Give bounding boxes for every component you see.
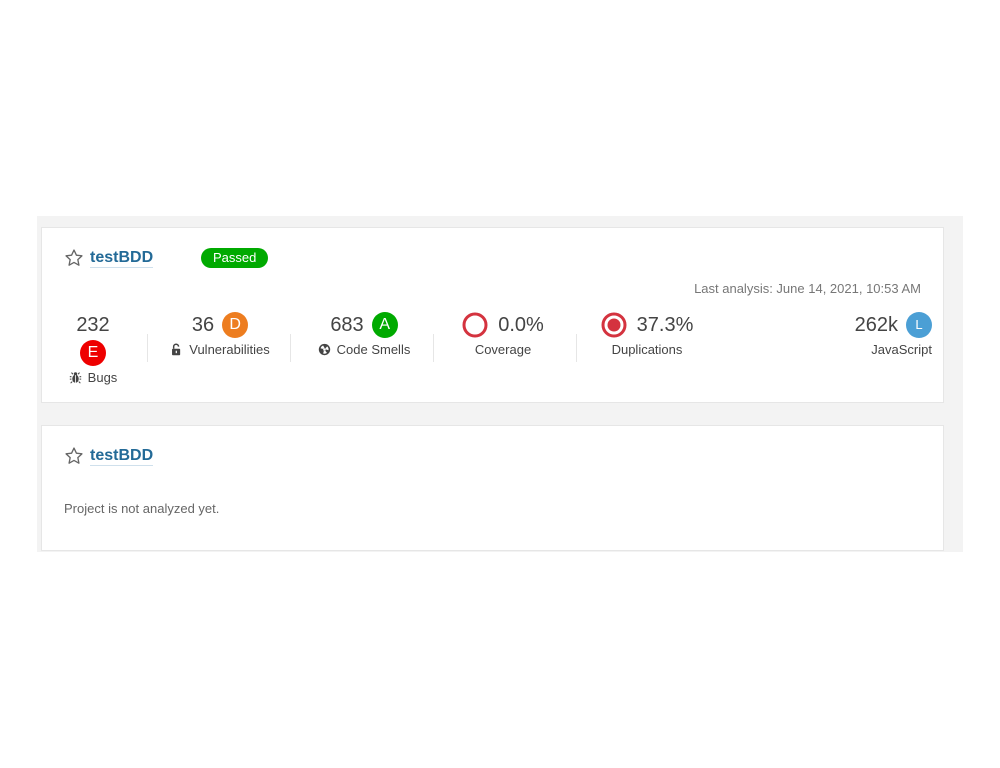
duplications-value[interactable]: 37.3% bbox=[637, 314, 694, 337]
language-label: JavaScript bbox=[871, 342, 932, 357]
size-value[interactable]: 262k bbox=[855, 314, 898, 337]
duplications-label: Duplications bbox=[611, 342, 683, 357]
last-analysis-date: Last analysis: June 14, 2021, 10:53 AM bbox=[694, 281, 921, 296]
code-smells-label: Code Smells bbox=[336, 342, 411, 357]
code-smells-measure: 683 A Code Smells bbox=[304, 312, 424, 357]
code-smells-value[interactable]: 683 bbox=[330, 314, 363, 337]
divider bbox=[147, 334, 148, 362]
coverage-label: Coverage bbox=[474, 342, 532, 357]
size-rating-badge: L bbox=[906, 312, 932, 338]
duplications-ring-icon bbox=[601, 312, 627, 338]
project-card: testBDD Project is not analyzed yet. bbox=[41, 425, 944, 551]
duplications-measure: 37.3% Duplications bbox=[587, 312, 707, 357]
project-card: testBDD Passed Last analysis: June 14, 2… bbox=[41, 227, 944, 403]
unlocked-lock-icon bbox=[172, 343, 181, 356]
bugs-value[interactable]: 232 bbox=[76, 314, 109, 337]
bugs-label: Bugs bbox=[87, 370, 118, 385]
coverage-ring-icon bbox=[462, 312, 488, 338]
radiation-icon bbox=[318, 343, 330, 356]
projects-list: testBDD Passed Last analysis: June 14, 2… bbox=[37, 216, 963, 552]
bugs-rating-badge[interactable]: E bbox=[80, 340, 106, 366]
bugs-measure: 232 E Bugs bbox=[69, 312, 117, 385]
project-name-link[interactable]: testBDD bbox=[90, 446, 154, 466]
vulnerabilities-measure: 36 D Vulnerabilities bbox=[160, 312, 280, 357]
not-analyzed-message: Project is not analyzed yet. bbox=[64, 501, 220, 516]
divider bbox=[290, 334, 291, 362]
divider bbox=[576, 334, 577, 362]
vulnerabilities-label: Vulnerabilities bbox=[189, 342, 270, 357]
vulnerabilities-rating-badge[interactable]: D bbox=[222, 312, 249, 338]
bug-icon bbox=[69, 372, 81, 384]
coverage-value[interactable]: 0.0% bbox=[498, 314, 544, 337]
project-name-link[interactable]: testBDD bbox=[90, 248, 154, 268]
vulnerabilities-value[interactable]: 36 bbox=[192, 314, 214, 337]
code-smells-rating-badge[interactable]: A bbox=[371, 312, 398, 338]
star-icon[interactable] bbox=[64, 446, 84, 466]
size-measure: 262k L JavaScript bbox=[832, 312, 932, 357]
coverage-measure: 0.0% Coverage bbox=[447, 312, 559, 357]
quality-gate-badge: Passed bbox=[201, 248, 269, 268]
divider bbox=[433, 334, 434, 362]
star-icon[interactable] bbox=[64, 248, 84, 268]
